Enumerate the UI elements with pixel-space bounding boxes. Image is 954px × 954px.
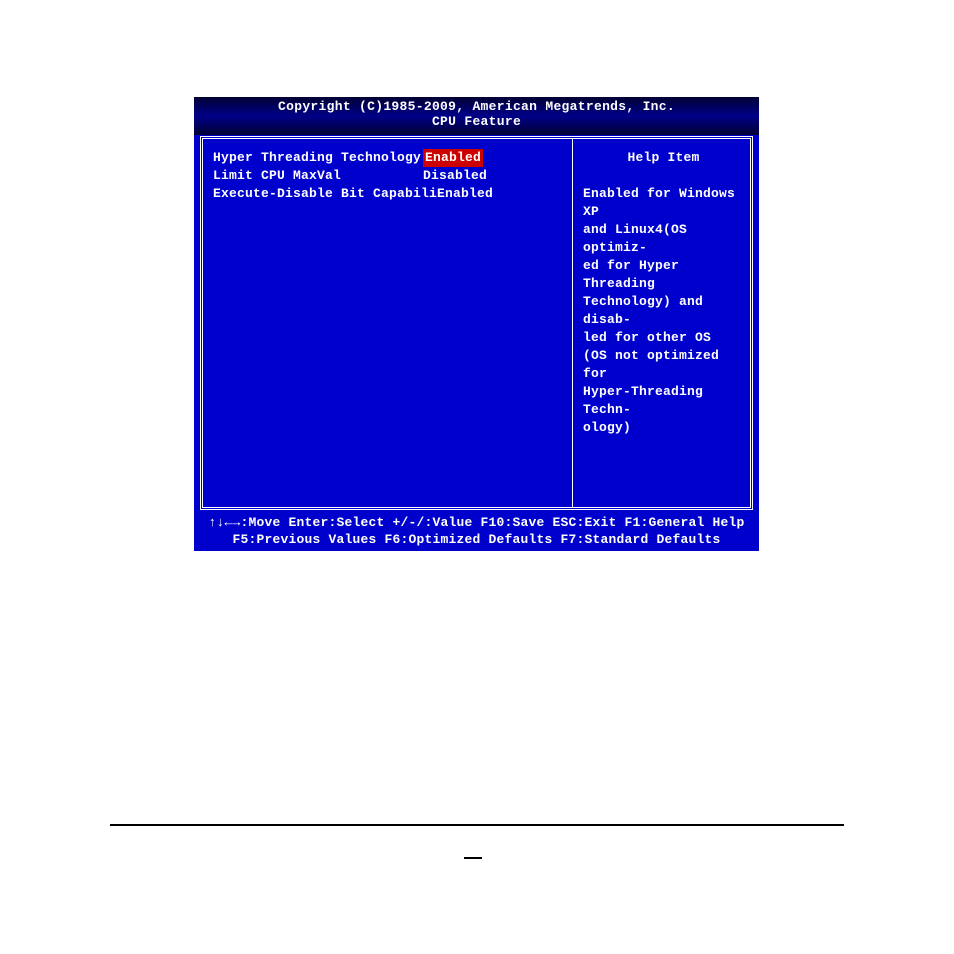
setting-row-hyper-threading[interactable]: Hyper Threading Technology Enabled [213, 149, 566, 167]
help-pane: Help Item Enabled for Windows XP and Lin… [573, 139, 750, 507]
copyright-text: Copyright (C)1985-2009, American Megatre… [194, 100, 759, 115]
help-title: Help Item [583, 149, 744, 167]
setting-value-selected[interactable]: Enabled [423, 149, 483, 167]
bios-body: Hyper Threading Technology Enabled Limit… [200, 136, 753, 510]
setting-value: Disabled [423, 167, 487, 185]
footer-nav-line1: ↑↓←→:Move Enter:Select +/-/:Value F10:Sa… [194, 514, 759, 531]
setting-label: Hyper Threading Technology [213, 149, 423, 167]
footer-nav-line2: F5:Previous Values F6:Optimized Defaults… [194, 531, 759, 548]
setting-label: Execute-Disable Bit Capabili [213, 185, 437, 203]
page-divider [110, 824, 844, 826]
bios-setup-window: Copyright (C)1985-2009, American Megatre… [194, 97, 759, 551]
bios-header: Copyright (C)1985-2009, American Megatre… [194, 97, 759, 135]
page-dash [464, 857, 482, 859]
setting-row-execute-disable-bit[interactable]: Execute-Disable Bit Capabili Enabled [213, 185, 566, 203]
screen-title: CPU Feature [194, 115, 759, 130]
setting-label: Limit CPU MaxVal [213, 167, 423, 185]
setting-value: Enabled [437, 185, 493, 203]
help-text: Enabled for Windows XP and Linux4(OS opt… [583, 185, 744, 437]
bios-footer: ↑↓←→:Move Enter:Select +/-/:Value F10:Sa… [194, 511, 759, 551]
setting-row-limit-cpu-maxval[interactable]: Limit CPU MaxVal Disabled [213, 167, 566, 185]
settings-pane: Hyper Threading Technology Enabled Limit… [203, 139, 573, 507]
